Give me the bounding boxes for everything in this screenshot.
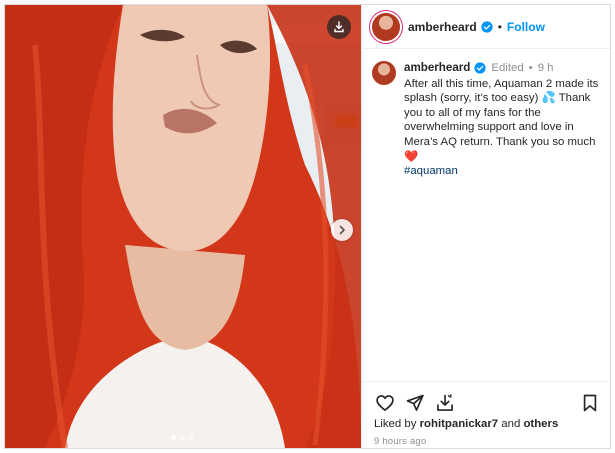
post-photo[interactable] [5,5,361,448]
post-actions: Liked by rohitpanickar7 and others 9 hou… [362,381,610,448]
caption-avatar[interactable] [372,61,396,85]
likes-prefix: Liked by [374,418,417,430]
caption: amberheard Edited • 9 h After all this t… [362,49,610,179]
edited-label: Edited [491,62,524,74]
download-tray-icon [437,394,453,411]
header-username[interactable]: amberheard [408,20,477,34]
verified-badge-icon [481,20,493,33]
download-post-button[interactable] [434,392,456,414]
post-age[interactable]: 9 h [538,61,554,76]
liked-by-user[interactable]: rohitpanickar7 [420,418,499,430]
instagram-post: amberheard • Follow amberheard Edited • … [4,4,611,449]
separator-dot: • [497,19,502,34]
separator-dot: • [528,62,533,74]
next-slide-button[interactable] [331,219,353,241]
carousel-dot [180,435,185,440]
caption-text: After all this time, Aquaman 2 made its … [404,77,599,163]
likes-summary: Liked by rohitpanickar7 and others [362,416,610,430]
bookmark-icon [583,394,597,412]
follow-button[interactable]: Follow [507,20,545,34]
caption-username[interactable]: amberheard [404,61,470,76]
caption-body: amberheard Edited • 9 h After all this t… [404,61,600,179]
carousel-dots [171,435,194,440]
download-icon [334,21,344,33]
hashtag-link[interactable]: #aquaman [404,164,600,179]
carousel-dot [171,435,176,440]
post-timestamp[interactable]: 9 hours ago [362,430,610,447]
selfie-image [5,5,361,448]
avatar[interactable] [372,12,400,41]
post-header: amberheard • Follow [362,5,610,49]
share-button[interactable] [404,392,426,414]
post-sidebar: amberheard • Follow amberheard Edited • … [361,5,610,448]
heart-icon [376,395,394,411]
download-button[interactable] [327,15,351,39]
like-button[interactable] [374,392,396,414]
carousel-dot [189,435,194,440]
paper-plane-icon [406,394,424,411]
verified-badge-icon [474,62,486,74]
chevron-right-icon [339,225,345,235]
likes-others-link[interactable]: others [523,418,558,430]
likes-and: and [501,418,521,430]
save-button[interactable] [579,392,601,414]
